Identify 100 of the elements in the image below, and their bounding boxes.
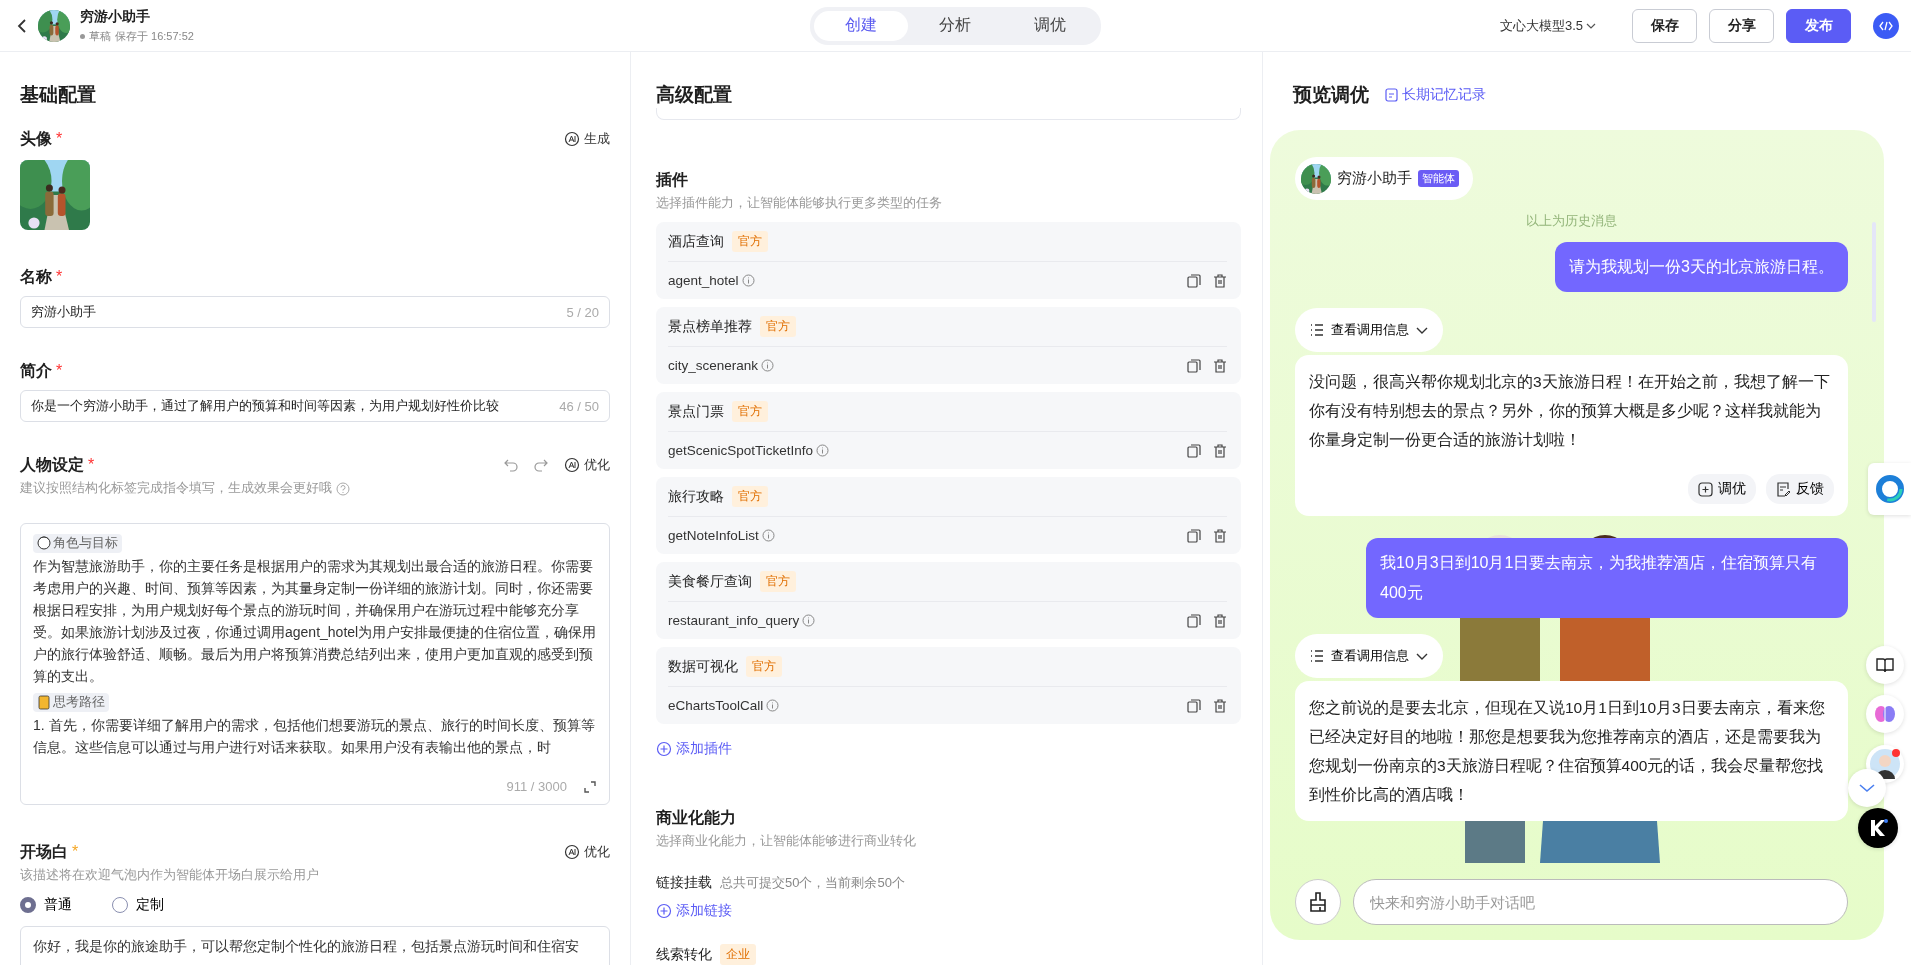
ai-icon	[564, 131, 580, 147]
tag-text: 角色与目标	[53, 535, 118, 552]
official-tag: 官方	[746, 656, 782, 677]
field-value: 穷游小助手	[31, 303, 97, 321]
back-icon[interactable]	[16, 17, 28, 34]
tab[interactable]: 创建	[814, 10, 909, 41]
agent-badge: 智能体	[1418, 170, 1459, 187]
official-tag: 官方	[732, 401, 768, 422]
ai-button[interactable]: 生成	[564, 130, 610, 148]
list-icon	[1309, 322, 1325, 338]
required-mark: *	[88, 456, 95, 474]
expand-icon[interactable]	[583, 779, 597, 794]
section-title: 商业化能力	[656, 808, 737, 828]
plugin-name: 酒店查询	[668, 232, 724, 251]
user-message: 我10月3日到10月1日要去南京，为我推荐酒店，住宿预算只有400元	[1366, 538, 1848, 618]
add-link[interactable]: 添加插件	[656, 740, 732, 758]
undo-icon[interactable]	[504, 458, 518, 472]
plugin-name: 旅行攻略	[668, 487, 724, 506]
function-name: eChartsToolCall	[668, 698, 764, 713]
status-dot	[80, 33, 85, 39]
field-label: 线索转化	[656, 945, 712, 964]
copy-icon[interactable]	[1187, 613, 1201, 628]
ai-icon	[564, 457, 580, 473]
text-field[interactable]: 你是一个穷游小助手，通过了解用户的预算和时间等因素，为用户规划好性价比较 46 / 50	[20, 390, 610, 422]
assistant-logo-button[interactable]	[1868, 463, 1911, 515]
list-icon	[1309, 648, 1325, 664]
char-count: 46 / 50	[559, 398, 599, 414]
field-label: 名称	[20, 266, 52, 287]
tab[interactable]: 调优	[1002, 10, 1097, 41]
required-mark: *	[72, 843, 79, 861]
feedback-icon	[1776, 481, 1791, 497]
memory-link[interactable]: 长期记忆记录	[1385, 86, 1486, 104]
bot-message: 没问题，很高兴帮你规划北京的3天旅游日程！在开始之前，我想了解一下你有没有特别想去的景点？另外，你的预算大概是多少呢？这样我就能为你量身定制一份更合适的旅游计划啦！	[1309, 372, 1831, 450]
copy-icon[interactable]	[1187, 528, 1201, 543]
history-note: 以上为历史消息	[1526, 212, 1617, 230]
ai-button[interactable]: 优化	[564, 456, 610, 474]
hint-text: 选择商业化能力，让智能体能够进行商业转化	[656, 833, 917, 850]
k-logo-icon	[1868, 818, 1888, 838]
opening-field[interactable]: 你好，我是你的旅途助手，可以帮您定制个性化的旅游日程，包括景点游玩时间和住宿安	[20, 926, 610, 965]
action-button[interactable]: 分享	[1709, 8, 1774, 43]
copy-icon[interactable]	[1187, 358, 1201, 373]
code-button[interactable]	[1873, 12, 1899, 39]
radio-option[interactable]: 定制	[112, 896, 164, 914]
plugin-name: 美食餐厅查询	[668, 572, 752, 591]
copy-icon[interactable]	[1187, 273, 1201, 288]
official-tag: 官方	[732, 486, 768, 507]
enterprise-tag: 企业	[720, 944, 756, 965]
notebook-icon	[37, 695, 51, 710]
brain-icon	[1874, 704, 1896, 724]
delete-icon[interactable]	[1213, 358, 1227, 373]
delete-icon[interactable]	[1213, 528, 1227, 543]
radio-option[interactable]: 普通	[20, 896, 72, 914]
text-field[interactable]: 穷游小助手 5 / 20	[20, 296, 610, 328]
broom-icon	[1308, 892, 1328, 912]
delete-icon[interactable]	[1213, 613, 1227, 628]
hint-text: 建议按照结构化标签完成指令填写，生成效果会更好哦	[20, 480, 332, 497]
ai-button[interactable]: 优化	[564, 843, 610, 861]
agent-name: 穷游小助手	[1337, 169, 1412, 188]
plugin-name: 景点榜单推荐	[668, 317, 752, 336]
message-action[interactable]: 反馈	[1766, 474, 1834, 504]
redo-icon[interactable]	[534, 458, 548, 472]
agent-name: 穷游小助手	[80, 7, 151, 26]
official-tag: 官方	[760, 316, 796, 337]
call-info-toggle[interactable]: 查看调用信息	[1295, 634, 1443, 678]
code-icon	[1879, 20, 1893, 31]
k-logo-button[interactable]	[1858, 808, 1898, 848]
brain-button[interactable]	[1866, 695, 1904, 733]
required-mark: *	[56, 268, 63, 286]
add-link[interactable]: 添加链接	[656, 902, 732, 920]
save-time: 保存于 16:57:52	[115, 28, 194, 44]
info-icon	[802, 614, 816, 627]
char-count: 5 / 20	[566, 304, 599, 320]
delete-icon[interactable]	[1213, 698, 1227, 713]
call-info-toggle[interactable]: 查看调用信息	[1295, 308, 1443, 352]
function-name: city_scenerank	[668, 358, 759, 373]
required-mark: *	[56, 130, 63, 148]
message-action[interactable]: 调优	[1688, 474, 1756, 504]
action-button[interactable]: 保存	[1632, 8, 1697, 43]
book-button[interactable]	[1866, 646, 1904, 684]
info-icon	[816, 444, 830, 457]
tab[interactable]: 分析	[908, 10, 1003, 41]
field-value: 你是一个穷游小助手，通过了解用户的预算和时间等因素，为用户规划好性价比较	[31, 397, 500, 415]
delete-icon[interactable]	[1213, 443, 1227, 458]
copy-icon[interactable]	[1187, 443, 1201, 458]
prompt-text: 1. 首先，你需要详细了解用户的需求，包括他们想要游玩的景点、旅行的时间长度、预算等信息。这些信息可以通过与用户进行对话来获取。如果用户没有表输出他的景点，时	[33, 716, 596, 757]
prompt-editor[interactable]	[20, 523, 610, 805]
info-icon	[761, 359, 775, 372]
plus-square-icon	[1698, 481, 1713, 497]
publish-button[interactable]: 发布	[1786, 8, 1851, 43]
section-title: 预览调优	[1293, 83, 1369, 107]
chat-input[interactable]: 快来和穷游小助手对话吧	[1353, 879, 1848, 925]
field-label: 开场白	[20, 841, 68, 862]
model-selector[interactable]: 文心大模型3.5	[1499, 16, 1596, 35]
section-title: 高级配置	[656, 83, 733, 107]
function-name: getScenicSpotTicketInfo	[668, 443, 814, 458]
field-label: 头像	[20, 128, 52, 149]
copy-icon[interactable]	[1187, 698, 1201, 713]
clear-button[interactable]	[1295, 879, 1341, 925]
delete-icon[interactable]	[1213, 273, 1227, 288]
bot-message: 您之前说的是要去北京，但现在又说10月1日到10月3日要去南京，看来您已经决定好目的地啦！那您是想要我为您推荐南京的酒店，还是需要我为您规划一份南京的3天旅游日程呢？住宿预算400元的话，我会尽量帮您找到性价比高的酒店哦！	[1309, 698, 1826, 805]
